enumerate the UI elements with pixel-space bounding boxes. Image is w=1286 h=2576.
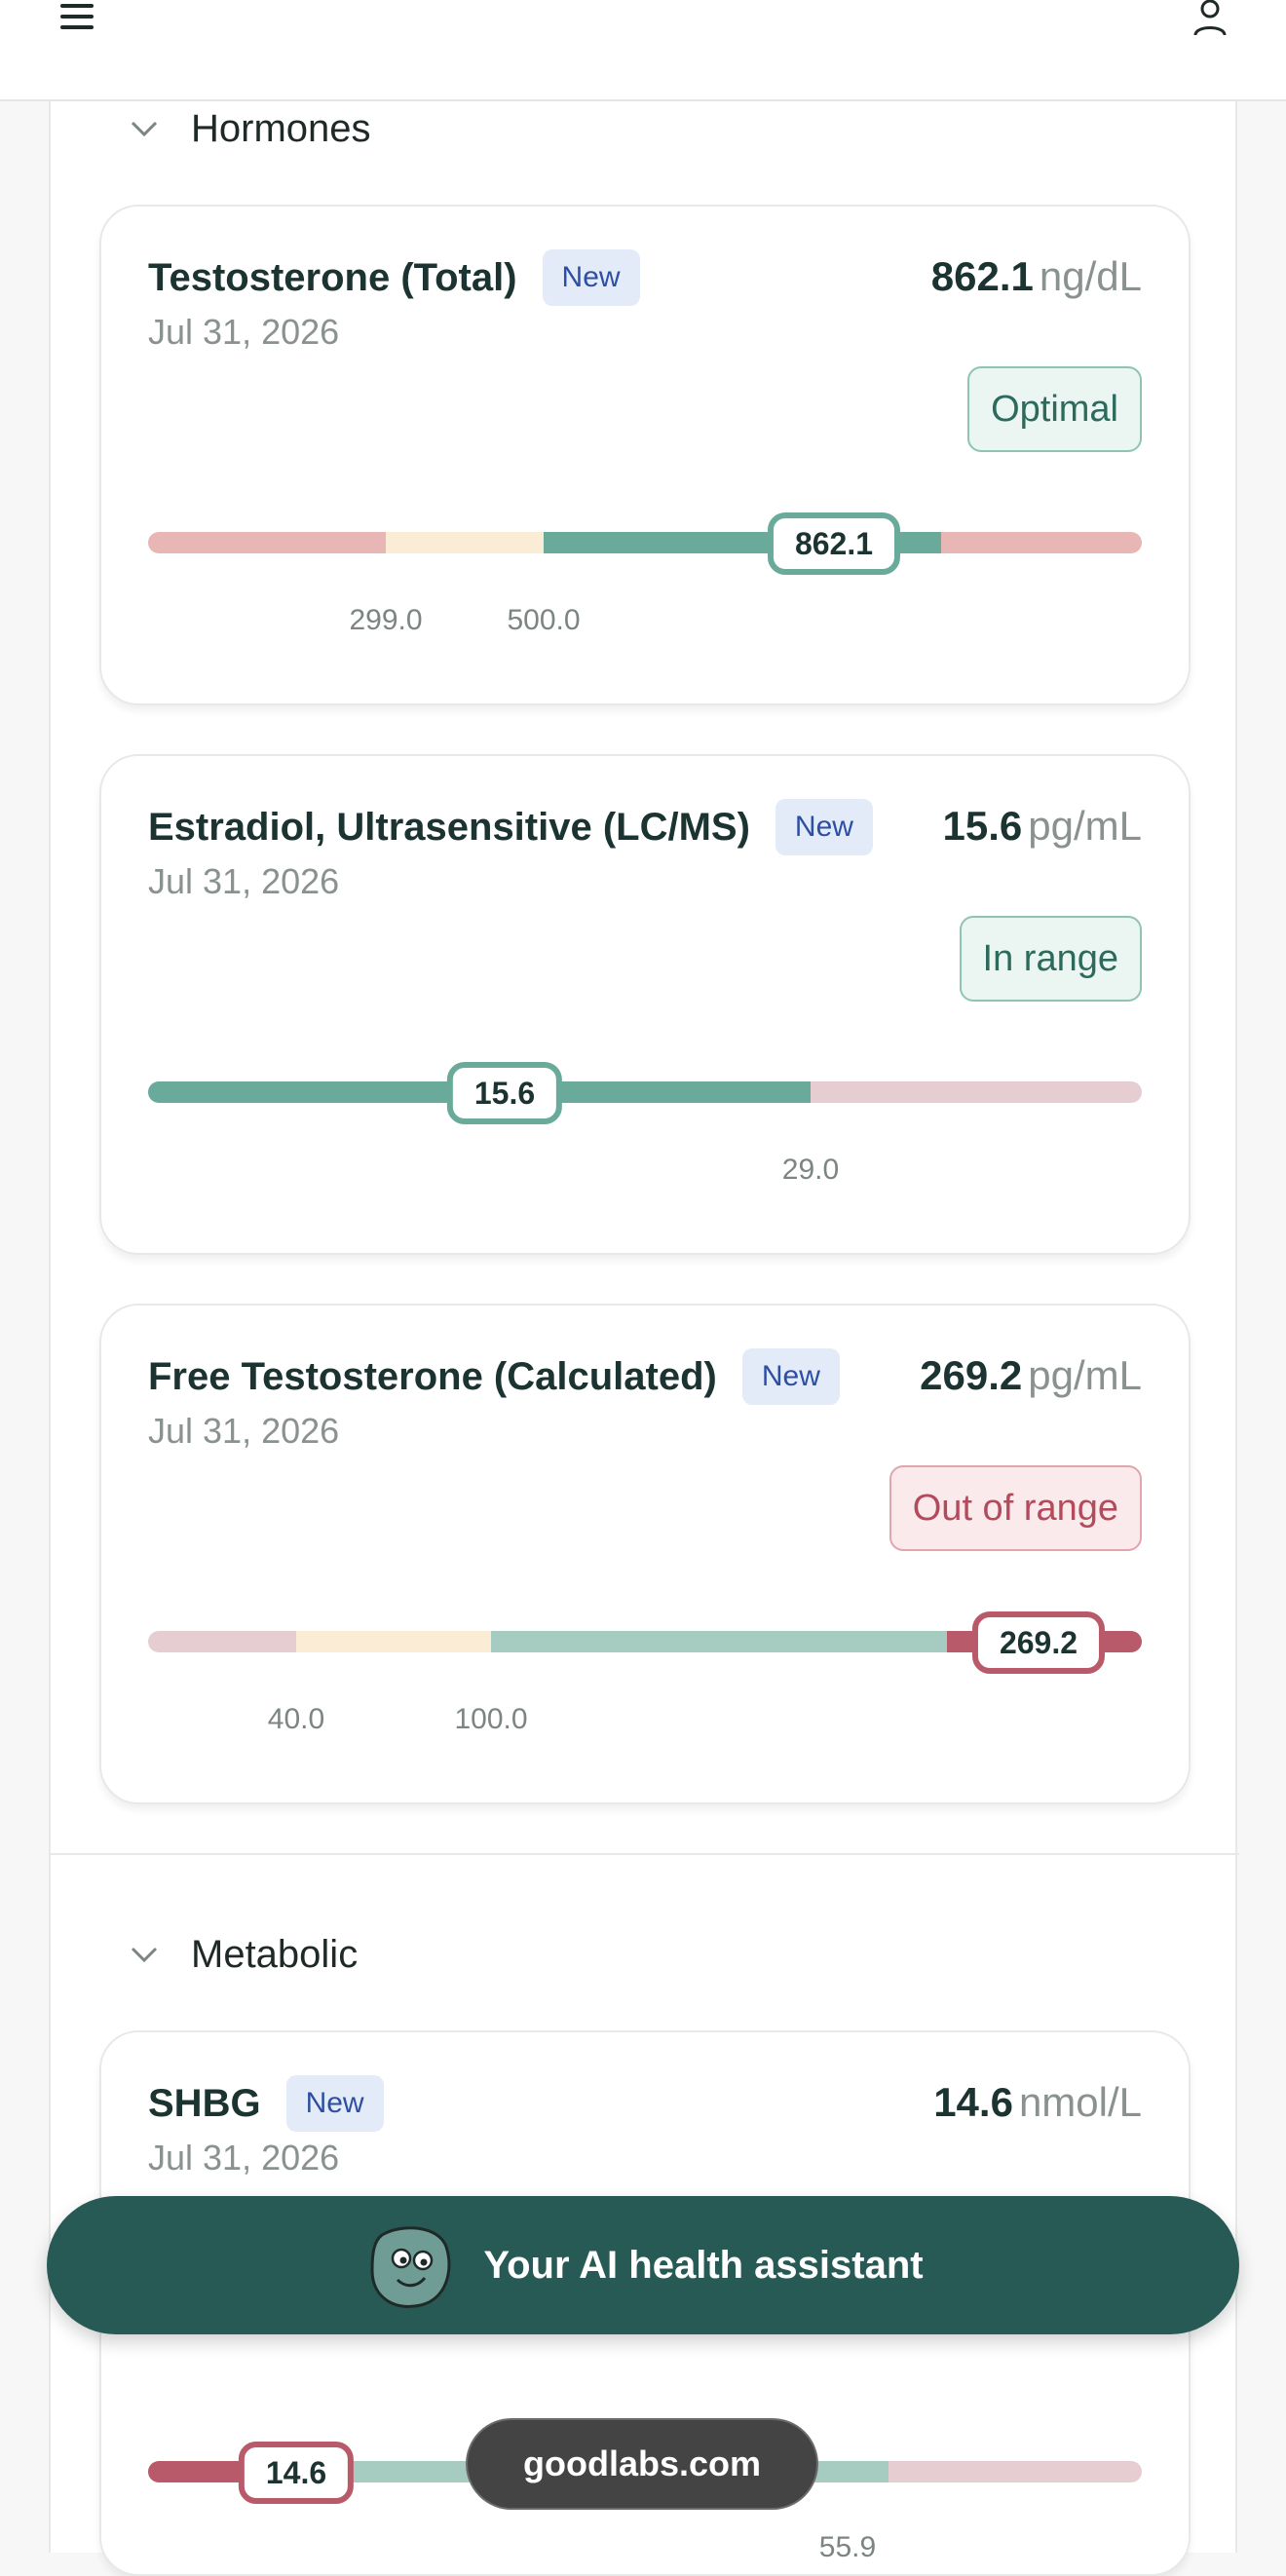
result-date: Jul 31, 2026 [148, 2138, 340, 2178]
biomarker-card-free-testosterone[interactable]: Free Testosterone (Calculated) New Jul 3… [99, 1304, 1191, 1804]
biomarker-card-estradiol[interactable]: Estradiol, Ultrasensitive (LC/MS) New Ju… [99, 754, 1191, 1255]
chevron-down-icon [131, 1947, 158, 1963]
user-icon[interactable] [1191, 0, 1229, 37]
value-marker: 862.1 [767, 512, 901, 575]
value-marker: 269.2 [971, 1611, 1106, 1674]
range-tick: 100.0 [454, 1703, 528, 1735]
new-badge: New [775, 799, 873, 855]
result-date: Jul 31, 2026 [148, 312, 340, 352]
ai-assistant-button[interactable]: Your AI health assistant [47, 2196, 1239, 2334]
range-tick: 40.0 [267, 1703, 325, 1735]
biomarker-name: Estradiol, Ultrasensitive (LC/MS) [148, 805, 750, 849]
status-badge: Optimal [967, 366, 1142, 452]
range-bar [148, 1081, 1142, 1103]
section-title: Metabolic [191, 1932, 359, 1976]
biomarker-name: Free Testosterone (Calculated) [148, 1354, 717, 1398]
biomarker-name: SHBG [148, 2081, 261, 2125]
range-tick: 500.0 [507, 604, 581, 636]
result-date: Jul 31, 2026 [148, 1411, 340, 1451]
chevron-down-icon [131, 121, 158, 137]
status-badge: In range [959, 916, 1142, 1002]
value-marker: 14.6 [238, 2442, 355, 2504]
new-badge: New [285, 2075, 384, 2132]
result-value: 269.2 pg/mL [920, 1352, 1142, 1398]
biomarker-card-testosterone-total[interactable]: Testosterone (Total) New Jul 31, 2026 86… [99, 205, 1191, 705]
range-tick: 299.0 [349, 604, 423, 636]
result-value: 862.1 ng/dL [930, 253, 1142, 299]
new-badge: New [741, 1348, 840, 1405]
value-marker: 15.6 [446, 1062, 563, 1124]
range-tick: 55.9 [818, 2531, 877, 2563]
section-header-metabolic[interactable]: Metabolic [127, 1927, 358, 1982]
assistant-avatar-icon [370, 2226, 451, 2308]
results-panel: Hormones Testosterone (Total) New Jul 31… [49, 101, 1239, 2576]
section-header-hormones[interactable]: Hormones [127, 101, 371, 156]
result-date: Jul 31, 2026 [148, 861, 340, 901]
range-tick: 29.0 [781, 1154, 840, 1186]
top-bar [0, 0, 1286, 101]
result-value: 14.6 nmol/L [933, 2079, 1142, 2125]
new-badge: New [542, 249, 640, 306]
section-divider [51, 1853, 1239, 1855]
section-title: Hormones [191, 106, 371, 150]
status-badge: Out of range [889, 1465, 1142, 1551]
menu-icon[interactable] [60, 4, 94, 29]
range-bar [148, 532, 1142, 553]
biomarker-name: Testosterone (Total) [148, 255, 517, 299]
url-pill[interactable]: goodlabs.com [466, 2418, 818, 2510]
assistant-label: Your AI health assistant [483, 2243, 924, 2287]
result-value: 15.6 pg/mL [942, 803, 1142, 849]
